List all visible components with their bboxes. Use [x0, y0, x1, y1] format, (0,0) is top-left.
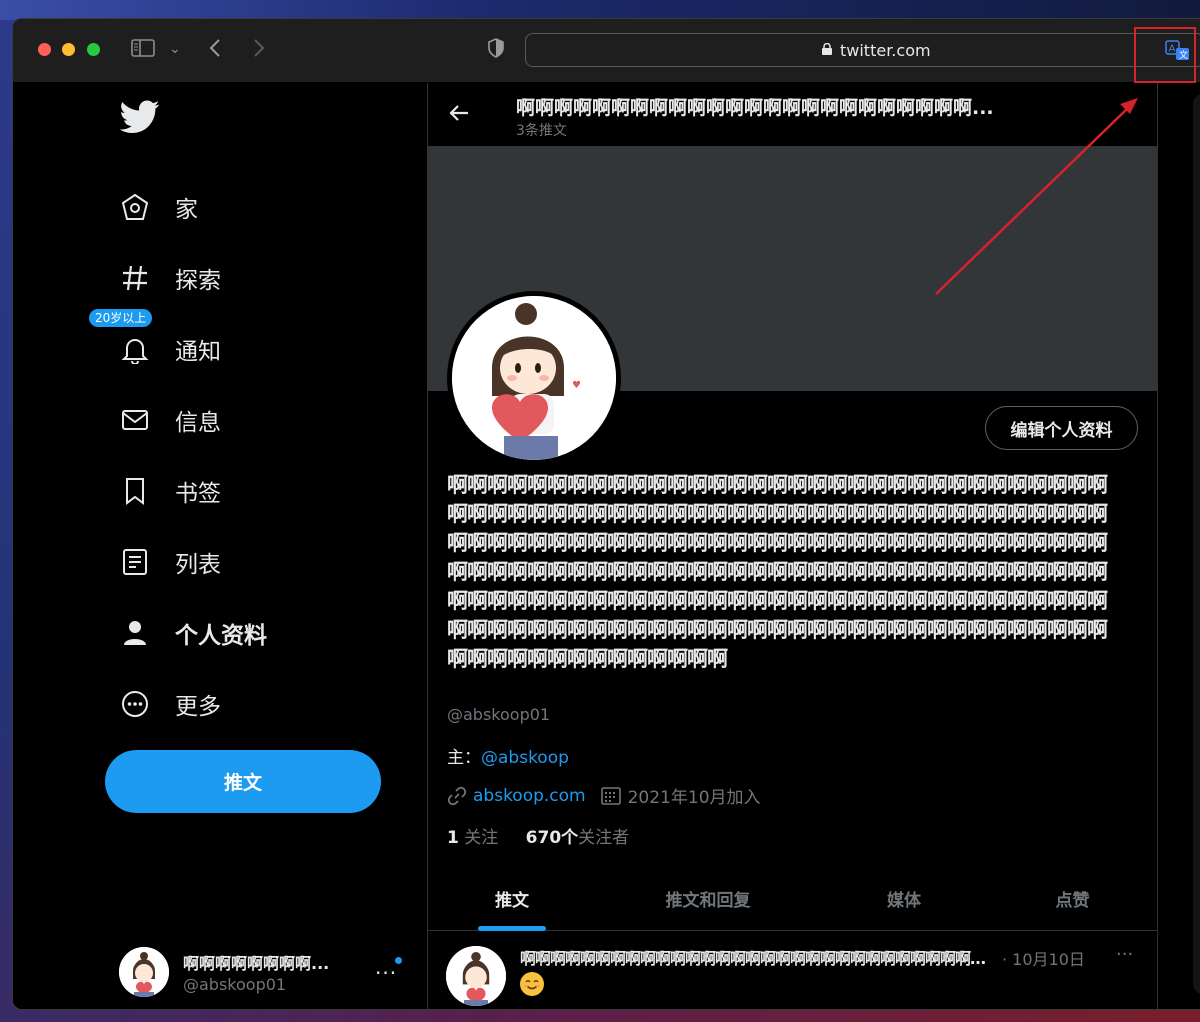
tab-tweets-replies[interactable]: 推文和回复 — [596, 865, 820, 931]
profile-bio: 啊啊啊啊啊啊啊啊啊啊啊啊啊啊啊啊啊啊啊啊啊啊啊啊啊啊啊啊啊啊啊啊啊啊啊啊啊啊啊啊… — [447, 473, 1108, 671]
sidebar: 家 探索 通知 20岁以上 信息 书签 列表 个人资料 更多 推文 啊啊啊啊啊啊… — [13, 83, 427, 1009]
profile-owner: 主：@abskoop — [447, 743, 569, 768]
nav-label: 更多 — [175, 694, 221, 720]
nav-label: 个人资料 — [175, 623, 267, 649]
profile-column: 啊啊啊啊啊啊啊啊啊啊啊啊啊啊啊啊啊啊啊啊啊啊啊啊... 3条推文 ♥ 编辑个人资… — [427, 83, 1158, 1009]
tab-media[interactable]: 媒体 — [820, 865, 988, 931]
nav-label: 通知 — [175, 339, 221, 365]
tweet-more-icon[interactable]: ··· — [1116, 944, 1133, 965]
calendar-icon — [600, 786, 621, 805]
nav-label: 书签 — [175, 481, 221, 507]
tweet-count: 3条推文 — [516, 123, 567, 139]
shield-icon[interactable] — [487, 38, 505, 62]
nav-messages[interactable]: 信息 — [117, 395, 221, 445]
followers-count: 670个 — [525, 828, 579, 848]
tweet-author-name[interactable]: 啊啊啊啊啊啊啊啊啊啊啊啊啊啊啊啊啊啊啊啊啊啊啊啊啊啊啊啊啊啊啊... — [520, 945, 990, 969]
nav-bookmarks[interactable]: 书签 — [117, 466, 221, 516]
bookmark-icon — [117, 473, 153, 509]
minimize-window-button[interactable] — [62, 43, 75, 56]
list-icon — [117, 544, 153, 580]
desktop-background — [0, 0, 1200, 20]
nav-profile[interactable]: 个人资料 — [117, 608, 267, 658]
right-panel-edge — [1193, 94, 1200, 994]
followers-link[interactable]: 670个关注者 — [526, 828, 630, 848]
nav-label: 探索 — [175, 268, 221, 294]
back-arrow-icon[interactable] — [448, 103, 470, 123]
account-switcher[interactable]: 啊啊啊啊啊啊啊啊... @abskoop01 ··· — [117, 945, 407, 1005]
tab-likes[interactable]: 点赞 — [988, 865, 1157, 931]
profile-tabs: 推文 推文和回复 媒体 点赞 — [428, 865, 1157, 931]
follow-stats: 1 关注 670个关注者 — [447, 823, 629, 848]
following-label: 关注 — [464, 828, 499, 848]
lock-icon — [822, 43, 832, 55]
more-dots-icon[interactable]: ··· — [375, 961, 397, 985]
smile-emoji-icon — [520, 972, 544, 996]
zoom-window-button[interactable] — [87, 43, 100, 56]
browser-window: ⌄ twitter.com A 文 家 探索 通知 20岁以上 信息 书签 列表… — [12, 18, 1200, 1010]
close-window-button[interactable] — [38, 43, 51, 56]
nav-explore[interactable]: 探索 — [117, 253, 221, 303]
account-name: 啊啊啊啊啊啊啊啊... — [183, 954, 330, 973]
edit-profile-button[interactable]: 编辑个人资料 — [985, 406, 1138, 450]
nav-more[interactable]: 更多 — [117, 679, 221, 729]
more-circle-icon — [117, 686, 153, 722]
back-icon[interactable] — [209, 38, 221, 62]
person-icon — [117, 615, 153, 651]
notification-dot — [395, 957, 402, 964]
hashtag-icon — [117, 260, 153, 296]
following-count: 1 — [447, 828, 459, 848]
avatar — [119, 947, 169, 997]
svg-text:♥: ♥ — [572, 380, 581, 391]
website-link[interactable]: abskoop.com — [473, 786, 586, 806]
bell-icon — [117, 331, 153, 367]
nav-notifications[interactable]: 通知 — [117, 324, 221, 374]
chevron-down-icon[interactable]: ⌄ — [169, 38, 181, 60]
tab-tweets[interactable]: 推文 — [428, 865, 596, 931]
profile-avatar[interactable]: ♥ — [447, 291, 621, 465]
tweet-button[interactable]: 推文 — [105, 750, 381, 813]
tweet-item[interactable]: 啊啊啊啊啊啊啊啊啊啊啊啊啊啊啊啊啊啊啊啊啊啊啊啊啊啊啊啊啊啊啊... · 10月… — [428, 932, 1157, 1009]
page-title: 啊啊啊啊啊啊啊啊啊啊啊啊啊啊啊啊啊啊啊啊啊啊啊啊... — [516, 97, 994, 119]
account-handle: @abskoop01 — [183, 975, 287, 994]
active-tab-indicator — [478, 926, 546, 931]
url-text: twitter.com — [840, 41, 931, 60]
joined-date: 2021年10月加入 — [627, 788, 761, 808]
twitter-logo-icon[interactable] — [120, 100, 160, 134]
browser-toolbar: ⌄ twitter.com A 文 — [13, 19, 1200, 83]
nav-label: 家 — [175, 197, 198, 223]
nav-label: 列表 — [175, 552, 221, 578]
sidebar-toggle-icon[interactable] — [131, 38, 155, 62]
owner-prefix: 主： — [447, 748, 481, 768]
nav-home[interactable]: 家 — [117, 182, 198, 232]
following-link[interactable]: 1 关注 — [447, 828, 498, 848]
link-icon — [447, 786, 467, 805]
profile-meta: abskoop.com 2021年10月加入 — [447, 783, 761, 808]
envelope-icon — [117, 402, 153, 438]
tweet-date[interactable]: · 10月10日 — [1002, 946, 1085, 970]
home-icon — [117, 189, 153, 225]
profile-handle: @abskoop01 — [447, 705, 551, 724]
nav-lists[interactable]: 列表 — [117, 537, 221, 587]
highlight-box — [1134, 27, 1196, 83]
forward-icon[interactable] — [253, 38, 265, 62]
followers-label: 关注者 — [578, 828, 630, 848]
address-bar[interactable]: twitter.com — [525, 33, 1200, 67]
avatar — [446, 946, 506, 1006]
nav-label: 信息 — [175, 410, 221, 436]
owner-link[interactable]: @abskoop — [481, 748, 569, 768]
age-badge: 20岁以上 — [89, 309, 153, 327]
